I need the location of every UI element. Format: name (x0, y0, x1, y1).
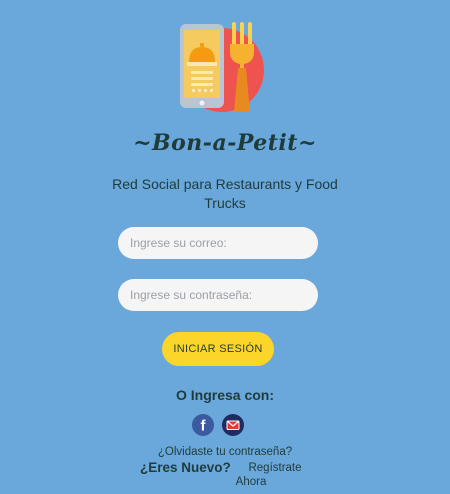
register-link[interactable]: Regístrate Ahora (196, 461, 306, 489)
mail-icon (226, 420, 240, 430)
login-button[interactable]: INICIAR SESIÓN (162, 332, 274, 366)
phone-cloche-fork-icon (180, 22, 264, 112)
email-field[interactable] (118, 227, 318, 259)
forgot-password-link[interactable]: ¿Olvidaste tu contraseña? (0, 446, 450, 458)
brand-name: ~Bon-a-Petit~ (133, 130, 317, 156)
logo-area (0, 18, 450, 118)
facebook-login-button[interactable]: f (192, 414, 214, 436)
brand-tagline: Red Social para Restaurants y Food Truck… (112, 176, 338, 211)
register-link-line2: Ahora (235, 476, 267, 488)
social-login-heading: O Ingresa con: (175, 387, 275, 403)
email-login-button[interactable] (222, 414, 244, 436)
password-field[interactable] (118, 279, 318, 311)
social-login-buttons: f (192, 414, 252, 440)
facebook-icon: f (201, 418, 207, 435)
facebook-icon-glyph: f (201, 418, 207, 435)
register-link-line1: Regístrate (248, 462, 302, 474)
